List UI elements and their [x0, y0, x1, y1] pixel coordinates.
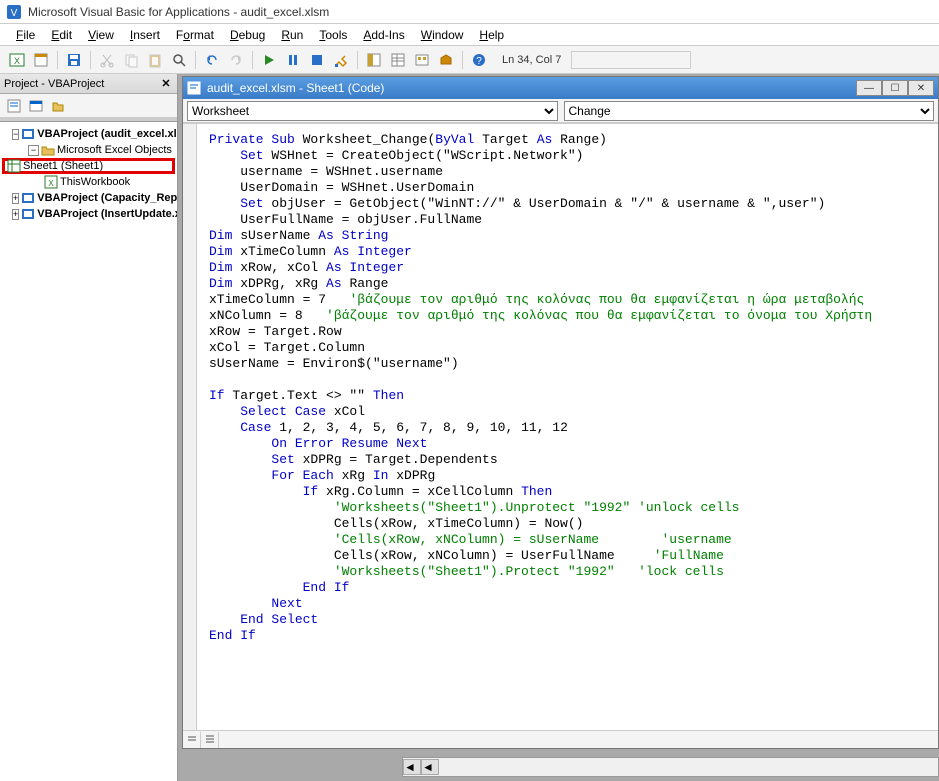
tree-wb-label: ThisWorkbook: [60, 174, 130, 190]
expand-icon[interactable]: +: [12, 209, 19, 220]
workbook-icon: X: [44, 175, 58, 189]
view-object-icon[interactable]: [26, 96, 46, 116]
menu-file[interactable]: File: [8, 26, 43, 44]
menu-edit[interactable]: Edit: [43, 26, 80, 44]
copy-icon[interactable]: [120, 49, 142, 71]
help-icon[interactable]: ?: [468, 49, 490, 71]
tree-project-insertupdate[interactable]: + VBAProject (InsertUpdate.xlsm): [2, 206, 175, 222]
reset-icon[interactable]: [306, 49, 328, 71]
redo-icon[interactable]: [225, 49, 247, 71]
horizontal-scrollbar[interactable]: ◄ ◄: [402, 757, 939, 777]
project-explorer-panel: Project - VBAProject ✕ − VBAProject (aud…: [0, 74, 178, 781]
project-tree[interactable]: − VBAProject (audit_excel.xlsm) − Micros…: [0, 122, 177, 781]
close-icon[interactable]: ✕: [908, 80, 934, 96]
paste-icon[interactable]: [144, 49, 166, 71]
code-margin: [183, 124, 197, 730]
code-editor[interactable]: Private Sub Worksheet_Change(ByVal Targe…: [197, 124, 938, 730]
worksheet-icon: [7, 159, 21, 173]
project-panel-close-icon[interactable]: ✕: [159, 77, 173, 91]
tree-sheet1[interactable]: Sheet1 (Sheet1): [2, 158, 175, 174]
run-icon[interactable]: [258, 49, 280, 71]
cursor-position: Ln 34, Col 7: [498, 54, 565, 66]
expand-icon[interactable]: +: [12, 193, 19, 204]
menubar: File Edit View Insert Format Debug Run T…: [0, 24, 939, 46]
collapse-icon[interactable]: −: [28, 145, 39, 156]
svg-text:V: V: [11, 8, 18, 19]
tree-project-capacity[interactable]: + VBAProject (Capacity_Report.xlsm): [2, 190, 175, 206]
menu-insert[interactable]: Insert: [122, 26, 168, 44]
code-dropdowns: Worksheet Change: [183, 99, 938, 123]
project-icon: [21, 191, 35, 205]
svg-text:?: ?: [476, 56, 482, 67]
break-icon[interactable]: [282, 49, 304, 71]
insert-module-icon[interactable]: [30, 49, 52, 71]
minimize-icon[interactable]: —: [856, 80, 882, 96]
project-icon: [21, 207, 35, 221]
find-icon[interactable]: [168, 49, 190, 71]
view-code-icon[interactable]: [4, 96, 24, 116]
tree-thisworkbook[interactable]: X ThisWorkbook: [2, 174, 175, 190]
toolbar-spacer: [571, 51, 691, 69]
properties-icon[interactable]: [387, 49, 409, 71]
view-excel-icon[interactable]: X: [6, 49, 28, 71]
design-mode-icon[interactable]: [330, 49, 352, 71]
svg-text:X: X: [14, 56, 20, 66]
folder-icon: [41, 143, 55, 157]
project-icon: [21, 127, 35, 141]
toolbox-icon[interactable]: [435, 49, 457, 71]
project-panel-header: Project - VBAProject ✕: [0, 74, 177, 94]
cut-icon[interactable]: [96, 49, 118, 71]
tree-project-label: VBAProject (Capacity_Report.xlsm): [37, 190, 177, 206]
tree-folder-label: Microsoft Excel Objects: [57, 142, 172, 158]
procedure-dropdown[interactable]: Change: [564, 101, 935, 121]
toggle-folders-icon[interactable]: [48, 96, 68, 116]
collapse-icon[interactable]: −: [12, 129, 19, 140]
procedure-view-icon[interactable]: [183, 732, 201, 748]
maximize-icon[interactable]: ☐: [882, 80, 908, 96]
mdi-bottom: ◄ ◄: [182, 749, 939, 781]
menu-window[interactable]: Window: [413, 26, 472, 44]
code-window-icon: [187, 81, 201, 95]
main-toolbar: X ? Ln 34, Col 7: [0, 46, 939, 74]
project-panel-title: Project - VBAProject: [4, 78, 104, 90]
full-module-view-icon[interactable]: [201, 732, 219, 748]
svg-text:X: X: [48, 179, 54, 188]
menu-format[interactable]: Format: [168, 26, 222, 44]
scroll-left-icon[interactable]: ◄: [403, 759, 421, 775]
code-window: audit_excel.xlsm - Sheet1 (Code) — ☐ ✕ W…: [182, 76, 939, 749]
menu-view[interactable]: View: [80, 26, 122, 44]
project-toolbar: [0, 94, 177, 118]
menu-run[interactable]: Run: [273, 26, 311, 44]
undo-icon[interactable]: [201, 49, 223, 71]
tree-folder-excel-objects[interactable]: − Microsoft Excel Objects: [2, 142, 175, 158]
tree-sheet-label: Sheet1 (Sheet1): [23, 158, 103, 174]
object-browser-icon[interactable]: [411, 49, 433, 71]
code-window-titlebar[interactable]: audit_excel.xlsm - Sheet1 (Code) — ☐ ✕: [183, 77, 938, 99]
tree-project-label: VBAProject (InsertUpdate.xlsm): [37, 206, 177, 222]
menu-tools[interactable]: Tools: [311, 26, 355, 44]
project-explorer-icon[interactable]: [363, 49, 385, 71]
tree-project-label: VBAProject (audit_excel.xlsm): [37, 126, 177, 142]
menu-help[interactable]: Help: [471, 26, 512, 44]
scroll-left-icon-2[interactable]: ◄: [421, 759, 439, 775]
menu-debug[interactable]: Debug: [222, 26, 273, 44]
tree-project-audit[interactable]: − VBAProject (audit_excel.xlsm): [2, 126, 175, 142]
menu-addins[interactable]: Add-Ins: [355, 26, 412, 44]
app-titlebar: V Microsoft Visual Basic for Application…: [0, 0, 939, 24]
vba-app-icon: V: [6, 4, 22, 20]
app-title: Microsoft Visual Basic for Applications …: [28, 5, 329, 19]
code-view-buttons: [183, 730, 938, 748]
object-dropdown[interactable]: Worksheet: [187, 101, 558, 121]
code-mdi-area: audit_excel.xlsm - Sheet1 (Code) — ☐ ✕ W…: [178, 74, 939, 781]
save-button[interactable]: [63, 49, 85, 71]
code-window-title: audit_excel.xlsm - Sheet1 (Code): [207, 81, 384, 95]
